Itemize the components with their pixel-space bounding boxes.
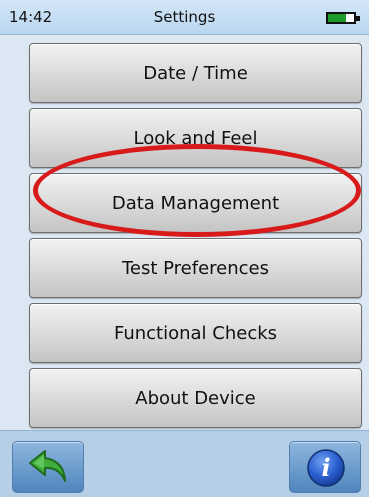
info-glyph: i	[321, 453, 330, 482]
info-button[interactable]: i	[289, 441, 361, 493]
back-button[interactable]	[12, 441, 84, 493]
back-arrow-icon	[29, 450, 66, 482]
battery-icon	[326, 12, 356, 24]
settings-menu: Date / Time Look and Feel Data Managemen…	[0, 35, 369, 430]
test-preferences-label: Test Preferences	[121, 257, 270, 279]
page-title: Settings	[153, 8, 216, 26]
data-management-button[interactable]: Data Management	[29, 173, 362, 233]
battery-tip	[356, 16, 360, 21]
data-management-label: Data Management	[111, 192, 280, 214]
look-and-feel-label: Look and Feel	[133, 127, 258, 149]
about-device-label: About Device	[135, 387, 256, 409]
look-and-feel-button[interactable]: Look and Feel	[29, 108, 362, 168]
functional-checks-label: Functional Checks	[113, 322, 278, 344]
about-device-button[interactable]: About Device	[29, 368, 362, 428]
info-icon: i	[307, 449, 345, 487]
battery-fill	[328, 14, 347, 22]
date-time-button[interactable]: Date / Time	[29, 43, 362, 103]
date-time-label: Date / Time	[143, 62, 248, 84]
bottom-toolbar: i	[0, 430, 369, 497]
functional-checks-button[interactable]: Functional Checks	[29, 303, 362, 363]
status-bar: 14:42 Settings	[0, 0, 369, 35]
test-preferences-button[interactable]: Test Preferences	[29, 238, 362, 298]
